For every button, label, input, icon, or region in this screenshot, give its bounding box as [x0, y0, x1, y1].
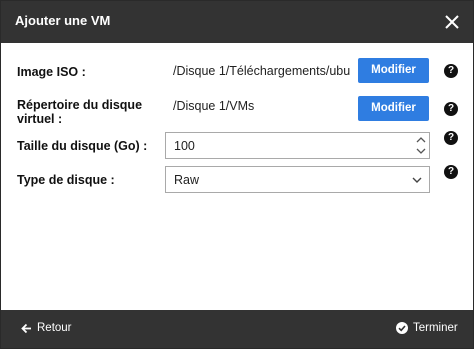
disk-type-select[interactable]: Raw — [165, 166, 430, 193]
iso-path-value: /Disque 1/Téléchargements/ubu — [173, 64, 351, 78]
dialog-titlebar: Ajouter une VM — [1, 1, 473, 43]
back-button-label: Retour — [37, 322, 72, 334]
back-button[interactable]: Retour — [21, 322, 72, 334]
modify-vdisk-dir-button[interactable]: Modifier — [358, 96, 429, 121]
disk-type-help-icon[interactable]: ? — [444, 165, 458, 179]
spin-up-icon[interactable] — [415, 135, 427, 145]
disk-size-help-icon[interactable]: ? — [444, 131, 458, 145]
disk-type-selected-value: Raw — [174, 173, 200, 187]
close-icon — [445, 15, 459, 29]
disk-size-input[interactable]: 100 — [165, 132, 430, 159]
finish-button-label: Terminer — [413, 322, 458, 334]
disk-size-stepper — [415, 135, 427, 156]
iso-help-icon[interactable]: ? — [444, 64, 458, 78]
vdisk-dir-value: /Disque 1/VMs — [173, 99, 255, 113]
disk-size-value: 100 — [174, 139, 195, 153]
dialog-footer: Retour Terminer — [1, 310, 473, 348]
spin-down-icon[interactable] — [415, 146, 427, 156]
check-circle-icon — [396, 322, 408, 334]
finish-button[interactable]: Terminer — [396, 322, 458, 334]
close-button[interactable] — [441, 11, 463, 33]
vdisk-dir-label: Répertoire du disque virtuel : — [17, 98, 142, 126]
arrow-left-icon — [21, 323, 31, 333]
chevron-down-icon — [412, 177, 422, 183]
iso-label: Image ISO : — [17, 65, 86, 79]
dialog-title: Ajouter une VM — [15, 13, 111, 28]
vdisk-dir-help-icon[interactable]: ? — [444, 102, 458, 116]
vdisk-dir-label-line1: Répertoire du disque — [17, 98, 143, 112]
disk-size-label: Taille du disque (Go) : — [17, 139, 148, 153]
add-vm-dialog: Ajouter une VM Image ISO : /Disque 1/Tél… — [0, 0, 474, 349]
vdisk-dir-label-line2: virtuel : — [17, 112, 63, 126]
disk-type-label: Type de disque : — [17, 173, 115, 187]
modify-iso-button[interactable]: Modifier — [358, 58, 429, 83]
